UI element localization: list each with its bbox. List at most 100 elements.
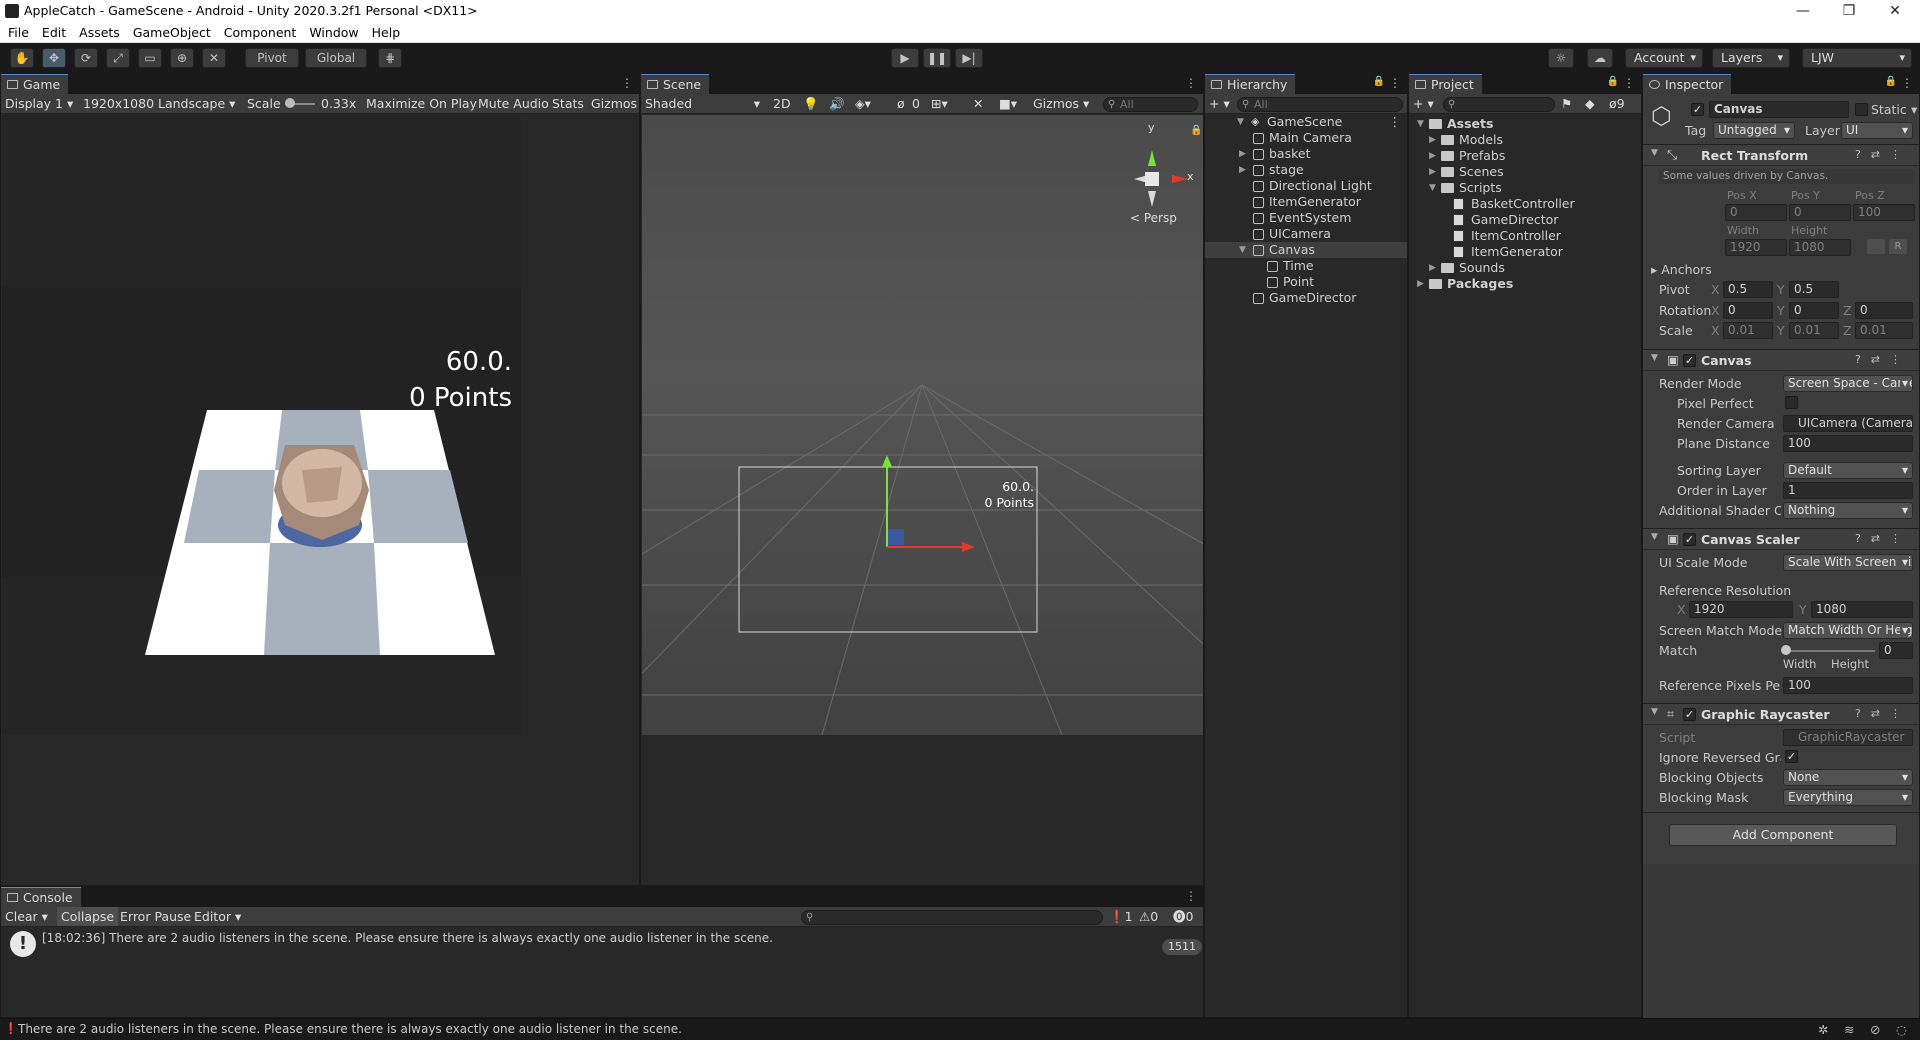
ref-x-field[interactable]: 1920 [1689, 601, 1793, 618]
canvas-header-icons[interactable]: ?⇄⋮ [1855, 353, 1911, 366]
pivot-x-field[interactable]: 0.5 [1723, 281, 1773, 298]
cloud-icon[interactable]: ☁ [1587, 48, 1613, 68]
game-viewport[interactable]: 60.0. 0 Points [2, 115, 521, 735]
rot-z-field[interactable]: 0 [1855, 302, 1913, 319]
anchors-foldout[interactable]: ▸ Anchors [1651, 262, 1712, 277]
blocking-mask-dropdown[interactable]: Everything [1783, 789, 1913, 806]
hierarchy-item[interactable]: EventSystem [1205, 210, 1407, 226]
move-x-arrow-icon[interactable] [962, 542, 975, 552]
raycaster-enabled-checkbox[interactable]: ✓ [1683, 708, 1696, 721]
project-folder-item[interactable]: ▼ Scripts [1409, 180, 1641, 196]
hierarchy-search-input[interactable]: All [1237, 97, 1403, 112]
pause-button-icon[interactable]: ❚❚ [923, 48, 951, 68]
ui-scale-mode-dropdown[interactable]: Scale With Screen Size [1783, 554, 1913, 571]
hierarchy-lock-icon[interactable]: 🔒 [1373, 76, 1385, 87]
auto-lighting-icon[interactable]: ⊘ [1870, 1022, 1880, 1037]
height-field[interactable]: 1080 [1789, 239, 1851, 256]
project-lock-icon[interactable]: 🔒 [1607, 76, 1619, 87]
hierarchy-item[interactable]: ItemGenerator [1205, 194, 1407, 210]
custom-tool-icon[interactable]: ✕ [202, 48, 226, 68]
project-script-item[interactable]: GameDirector [1409, 212, 1641, 228]
shading-dropdown[interactable]: Shaded ▾ [645, 94, 760, 113]
debug-icon[interactable]: ✲ [1818, 1022, 1828, 1037]
grid-icon[interactable]: ⊞▾ [931, 94, 948, 113]
static-dropdown-icon[interactable]: ▾ [1911, 102, 1917, 117]
rotate-tool-icon[interactable]: ⟳ [74, 48, 98, 68]
rect-transform-header[interactable]: ▼ ⤡ Rect Transform ?⇄⋮ [1643, 144, 1919, 166]
object-name-field[interactable]: Canvas [1709, 101, 1849, 118]
ref-y-field[interactable]: 1080 [1811, 601, 1913, 618]
gizmos-dropdown[interactable]: Gizmos ▾ [1033, 94, 1089, 113]
scale-y-field[interactable]: 0.01 [1789, 322, 1839, 339]
inspector-menu-icon[interactable]: ⋮ [1901, 76, 1913, 90]
folder-expand-icon[interactable]: ▶ [1429, 164, 1436, 180]
project-folder-item[interactable]: ▶ Sounds [1409, 260, 1641, 276]
move-plane-handle[interactable] [888, 529, 904, 545]
hierarchy-item[interactable]: ▶ stage [1205, 162, 1407, 178]
project-folder-item[interactable]: ▶ Scenes [1409, 164, 1641, 180]
raycaster-collapse-icon[interactable]: ▼ [1651, 707, 1658, 717]
scene-menu-icon[interactable]: ⋮ [1389, 114, 1402, 130]
render-mode-dropdown[interactable]: Screen Space - Camera [1783, 375, 1913, 392]
rot-y-field[interactable]: 0 [1789, 302, 1839, 319]
screen-match-mode-dropdown[interactable]: Match Width Or Height [1783, 622, 1913, 639]
rect-header-icons[interactable]: ?⇄⋮ [1855, 148, 1911, 161]
canvas-component-header[interactable]: ▼ ▣ ✓ Canvas ?⇄⋮ [1643, 349, 1919, 371]
blocking-objects-dropdown[interactable]: None [1783, 769, 1913, 786]
tab-console[interactable]: Console [1, 887, 81, 907]
scale-x-field[interactable]: 0.01 [1723, 322, 1773, 339]
tab-hierarchy[interactable]: Hierarchy [1205, 74, 1296, 94]
layers-dropdown[interactable]: Layers [1712, 48, 1790, 68]
hand-tool-icon[interactable]: ✋ [10, 48, 34, 68]
project-add-button[interactable]: + ▾ [1413, 94, 1434, 113]
render-camera-field[interactable]: UICamera (Camera) [1783, 415, 1913, 432]
scale-tool-icon[interactable]: ⤢ [106, 48, 130, 68]
ignore-reversed-checkbox[interactable]: ✓ [1785, 750, 1798, 763]
audio-icon[interactable]: 🔊 [829, 94, 845, 113]
hidden-packages-icon[interactable]: ø9 [1609, 94, 1625, 113]
gizmos-toggle[interactable]: Gizmos [591, 94, 637, 113]
folder-expand-icon[interactable]: ▶ [1429, 132, 1436, 148]
rot-x-field[interactable]: 0 [1723, 302, 1773, 319]
persp-label[interactable]: < Persp [1130, 211, 1177, 225]
graphic-raycaster-header[interactable]: ▼ ⌗ ✓ Graphic Raycaster ?⇄⋮ [1643, 703, 1919, 725]
menu-window[interactable]: Window [309, 25, 358, 40]
display-dropdown[interactable]: Display 1 ▾ [5, 94, 73, 113]
hierarchy-expand-icon[interactable]: ▶ [1239, 162, 1246, 178]
rect-collapse-icon[interactable]: ▼ [1651, 148, 1658, 158]
effects-icon[interactable]: ◈▾ [855, 94, 871, 113]
scale-z-field[interactable]: 0.01 [1855, 322, 1913, 339]
hierarchy-item[interactable]: UICamera [1205, 226, 1407, 242]
search-by-label-icon[interactable]: ◆ [1585, 94, 1595, 113]
pixels-per-unit-field[interactable]: 100 [1783, 677, 1913, 694]
folder-expand-icon[interactable]: ▼ [1429, 180, 1436, 196]
hierarchy-item[interactable]: GameDirector [1205, 290, 1407, 306]
scene-search-input[interactable]: All [1103, 97, 1198, 112]
project-script-item[interactable]: ItemGenerator [1409, 244, 1641, 260]
add-component-button[interactable]: Add Component [1669, 824, 1897, 846]
global-toggle[interactable]: Global [305, 48, 367, 68]
console-menu-icon[interactable]: ⋮ [1185, 889, 1197, 903]
mode-2d-toggle[interactable]: 2D [773, 94, 791, 113]
error-count-toggle[interactable]: ⓿0 [1173, 907, 1193, 926]
hierarchy-scene-row[interactable]: ▼ ◈ GameScene ⋮ [1205, 114, 1407, 130]
folder-expand-icon[interactable]: ▶ [1417, 276, 1424, 292]
scaler-collapse-icon[interactable]: ▼ [1651, 532, 1658, 542]
menu-gameobject[interactable]: GameObject [133, 25, 211, 40]
tools-icon[interactable]: ✕ [973, 94, 983, 113]
canvas-collapse-icon[interactable]: ▼ [1651, 353, 1658, 363]
layer-dropdown[interactable]: UI [1841, 122, 1913, 139]
hierarchy-item[interactable]: Directional Light [1205, 178, 1407, 194]
layout-dropdown[interactable]: LJW [1802, 48, 1912, 68]
hierarchy-item[interactable]: Time [1205, 258, 1407, 274]
console-search-input[interactable] [801, 910, 1103, 925]
folder-expand-icon[interactable]: ▶ [1429, 148, 1436, 164]
project-search-input[interactable] [1443, 97, 1555, 112]
error-pause-toggle[interactable]: Error Pause [120, 907, 191, 926]
search-by-type-icon[interactable]: ⚑ [1561, 94, 1572, 113]
tab-inspector[interactable]: Inspector [1643, 74, 1732, 94]
pivot-toggle[interactable]: Pivot [245, 48, 299, 68]
project-folder-item[interactable]: ▼ Assets [1409, 116, 1641, 132]
canvas-enabled-checkbox[interactable]: ✓ [1683, 354, 1696, 367]
scaler-enabled-checkbox[interactable]: ✓ [1683, 533, 1696, 546]
